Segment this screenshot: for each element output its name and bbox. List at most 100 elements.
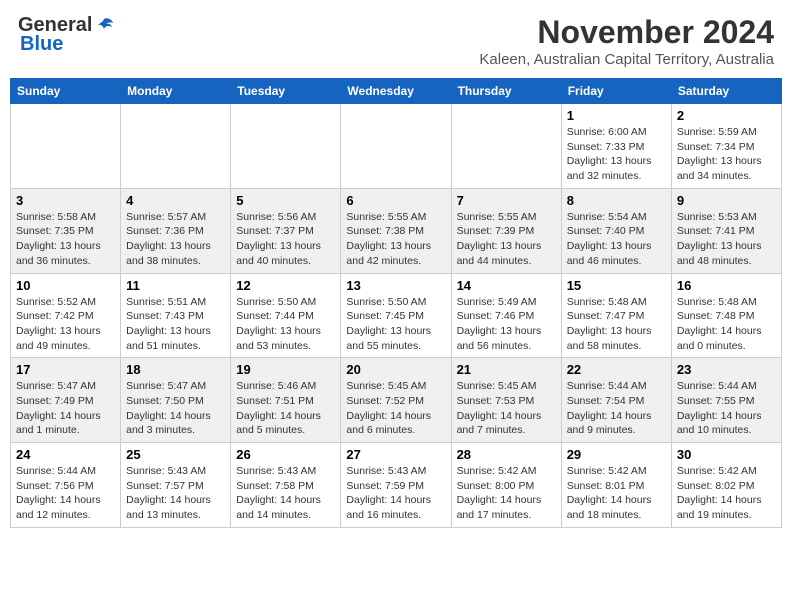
calendar-week-row: 3 Sunrise: 5:58 AMSunset: 7:35 PMDaylight… [11,188,782,273]
calendar-cell [341,104,451,189]
weekday-header-sunday: Sunday [11,79,121,104]
day-number: 18 [126,362,225,377]
day-number: 19 [236,362,335,377]
day-info: Sunrise: 5:47 AMSunset: 7:50 PMDaylight:… [126,379,225,438]
day-number: 2 [677,108,776,123]
day-number: 11 [126,278,225,293]
day-info: Sunrise: 5:50 AMSunset: 7:44 PMDaylight:… [236,295,335,354]
day-number: 25 [126,447,225,462]
day-info: Sunrise: 5:43 AMSunset: 7:57 PMDaylight:… [126,464,225,523]
weekday-header-thursday: Thursday [451,79,561,104]
calendar-cell: 13 Sunrise: 5:50 AMSunset: 7:45 PMDayligh… [341,273,451,358]
day-number: 13 [346,278,445,293]
day-number: 14 [457,278,556,293]
day-number: 8 [567,193,666,208]
calendar-cell: 21Sunrise: 5:45 AMSunset: 7:53 PMDayligh… [451,358,561,443]
location: Kaleen, Australian Capital Territory, Au… [479,51,774,68]
day-number: 16 [677,278,776,293]
day-number: 17 [16,362,115,377]
day-info: Sunrise: 5:56 AMSunset: 7:37 PMDaylight:… [236,210,335,269]
calendar-cell: 19 Sunrise: 5:46 AMSunset: 7:51 PMDayligh… [231,358,341,443]
calendar-cell: 30 Sunrise: 5:42 AMSunset: 8:02 PMDayligh… [671,443,781,528]
calendar-week-row: 10 Sunrise: 5:52 AMSunset: 7:42 PMDayligh… [11,273,782,358]
day-info: Sunrise: 5:46 AMSunset: 7:51 PMDaylight:… [236,379,335,438]
calendar-cell: 11 Sunrise: 5:51 AMSunset: 7:43 PMDayligh… [121,273,231,358]
day-number: 5 [236,193,335,208]
day-number: 9 [677,193,776,208]
day-info: Sunrise: 5:58 AMSunset: 7:35 PMDaylight:… [16,210,115,269]
day-info: Sunrise: 5:50 AMSunset: 7:45 PMDaylight:… [346,295,445,354]
day-info: Sunrise: 5:44 AMSunset: 7:56 PMDaylight:… [16,464,115,523]
calendar-cell [121,104,231,189]
day-info: Sunrise: 5:52 AMSunset: 7:42 PMDaylight:… [16,295,115,354]
day-number: 4 [126,193,225,208]
calendar-cell [11,104,121,189]
day-info: Sunrise: 5:48 AMSunset: 7:48 PMDaylight:… [677,295,776,354]
calendar-cell: 4 Sunrise: 5:57 AMSunset: 7:36 PMDaylight… [121,188,231,273]
calendar-cell: 18 Sunrise: 5:47 AMSunset: 7:50 PMDayligh… [121,358,231,443]
day-info: Sunrise: 5:45 AMSunset: 7:53 PMDaylight:… [457,379,556,438]
day-info: Sunrise: 5:42 AMSunset: 8:01 PMDaylight:… [567,464,666,523]
calendar-cell: 6Sunrise: 5:55 AMSunset: 7:38 PMDaylight… [341,188,451,273]
day-info: Sunrise: 5:45 AMSunset: 7:52 PMDaylight:… [346,379,445,438]
day-info: Sunrise: 5:49 AMSunset: 7:46 PMDaylight:… [457,295,556,354]
day-info: Sunrise: 5:57 AMSunset: 7:36 PMDaylight:… [126,210,225,269]
calendar-cell: 1 Sunrise: 6:00 AMSunset: 7:33 PMDaylight… [561,104,671,189]
day-number: 1 [567,108,666,123]
calendar-cell: 24 Sunrise: 5:44 AMSunset: 7:56 PMDayligh… [11,443,121,528]
weekday-header-saturday: Saturday [671,79,781,104]
calendar-week-row: 17 Sunrise: 5:47 AMSunset: 7:49 PMDayligh… [11,358,782,443]
day-info: Sunrise: 5:42 AMSunset: 8:00 PMDaylight:… [457,464,556,523]
day-number: 15 [567,278,666,293]
logo-blue: Blue [20,33,63,56]
day-number: 23 [677,362,776,377]
calendar-cell: 26 Sunrise: 5:43 AMSunset: 7:58 PMDayligh… [231,443,341,528]
calendar-table: SundayMondayTuesdayWednesdayThursdayFrid… [10,78,782,528]
day-info: Sunrise: 5:55 AMSunset: 7:39 PMDaylight:… [457,210,556,269]
calendar-cell: 16 Sunrise: 5:48 AMSunset: 7:48 PMDayligh… [671,273,781,358]
calendar-cell: 29 Sunrise: 5:42 AMSunset: 8:01 PMDayligh… [561,443,671,528]
day-number: 26 [236,447,335,462]
day-info: Sunrise: 5:51 AMSunset: 7:43 PMDaylight:… [126,295,225,354]
weekday-header-friday: Friday [561,79,671,104]
logo: General Blue [18,14,116,56]
calendar-cell: 20 Sunrise: 5:45 AMSunset: 7:52 PMDayligh… [341,358,451,443]
page-header: General Blue November 2024 Kaleen, Austr… [10,10,782,72]
day-number: 3 [16,193,115,208]
day-number: 29 [567,447,666,462]
day-number: 7 [457,193,556,208]
weekday-header-monday: Monday [121,79,231,104]
day-info: Sunrise: 5:43 AMSunset: 7:59 PMDaylight:… [346,464,445,523]
day-info: Sunrise: 5:48 AMSunset: 7:47 PMDaylight:… [567,295,666,354]
calendar-cell: 9Sunrise: 5:53 AMSunset: 7:41 PMDaylight… [671,188,781,273]
calendar-week-row: 24 Sunrise: 5:44 AMSunset: 7:56 PMDayligh… [11,443,782,528]
calendar-cell: 5 Sunrise: 5:56 AMSunset: 7:37 PMDaylight… [231,188,341,273]
day-info: Sunrise: 5:43 AMSunset: 7:58 PMDaylight:… [236,464,335,523]
day-info: Sunrise: 5:59 AMSunset: 7:34 PMDaylight:… [677,125,776,184]
calendar-cell: 23 Sunrise: 5:44 AMSunset: 7:55 PMDayligh… [671,358,781,443]
calendar-cell: 2 Sunrise: 5:59 AMSunset: 7:34 PMDaylight… [671,104,781,189]
day-info: Sunrise: 5:47 AMSunset: 7:49 PMDaylight:… [16,379,115,438]
day-number: 20 [346,362,445,377]
day-info: Sunrise: 5:55 AMSunset: 7:38 PMDaylight:… [346,210,445,269]
title-block: November 2024 Kaleen, Australian Capital… [479,14,774,68]
day-info: Sunrise: 6:00 AMSunset: 7:33 PMDaylight:… [567,125,666,184]
calendar-cell: 10 Sunrise: 5:52 AMSunset: 7:42 PMDayligh… [11,273,121,358]
day-number: 30 [677,447,776,462]
calendar-cell: 14 Sunrise: 5:49 AMSunset: 7:46 PMDayligh… [451,273,561,358]
calendar-cell: 28 Sunrise: 5:42 AMSunset: 8:00 PMDayligh… [451,443,561,528]
calendar-cell [451,104,561,189]
month-title: November 2024 [479,14,774,51]
calendar-cell: 17 Sunrise: 5:47 AMSunset: 7:49 PMDayligh… [11,358,121,443]
logo-bird-icon [93,15,115,37]
calendar-cell: 7 Sunrise: 5:55 AMSunset: 7:39 PMDaylight… [451,188,561,273]
calendar-cell: 3 Sunrise: 5:58 AMSunset: 7:35 PMDaylight… [11,188,121,273]
weekday-header-tuesday: Tuesday [231,79,341,104]
day-info: Sunrise: 5:44 AMSunset: 7:55 PMDaylight:… [677,379,776,438]
day-number: 24 [16,447,115,462]
day-info: Sunrise: 5:42 AMSunset: 8:02 PMDaylight:… [677,464,776,523]
weekday-header-wednesday: Wednesday [341,79,451,104]
calendar-cell: 15 Sunrise: 5:48 AMSunset: 7:47 PMDayligh… [561,273,671,358]
day-number: 10 [16,278,115,293]
day-number: 28 [457,447,556,462]
